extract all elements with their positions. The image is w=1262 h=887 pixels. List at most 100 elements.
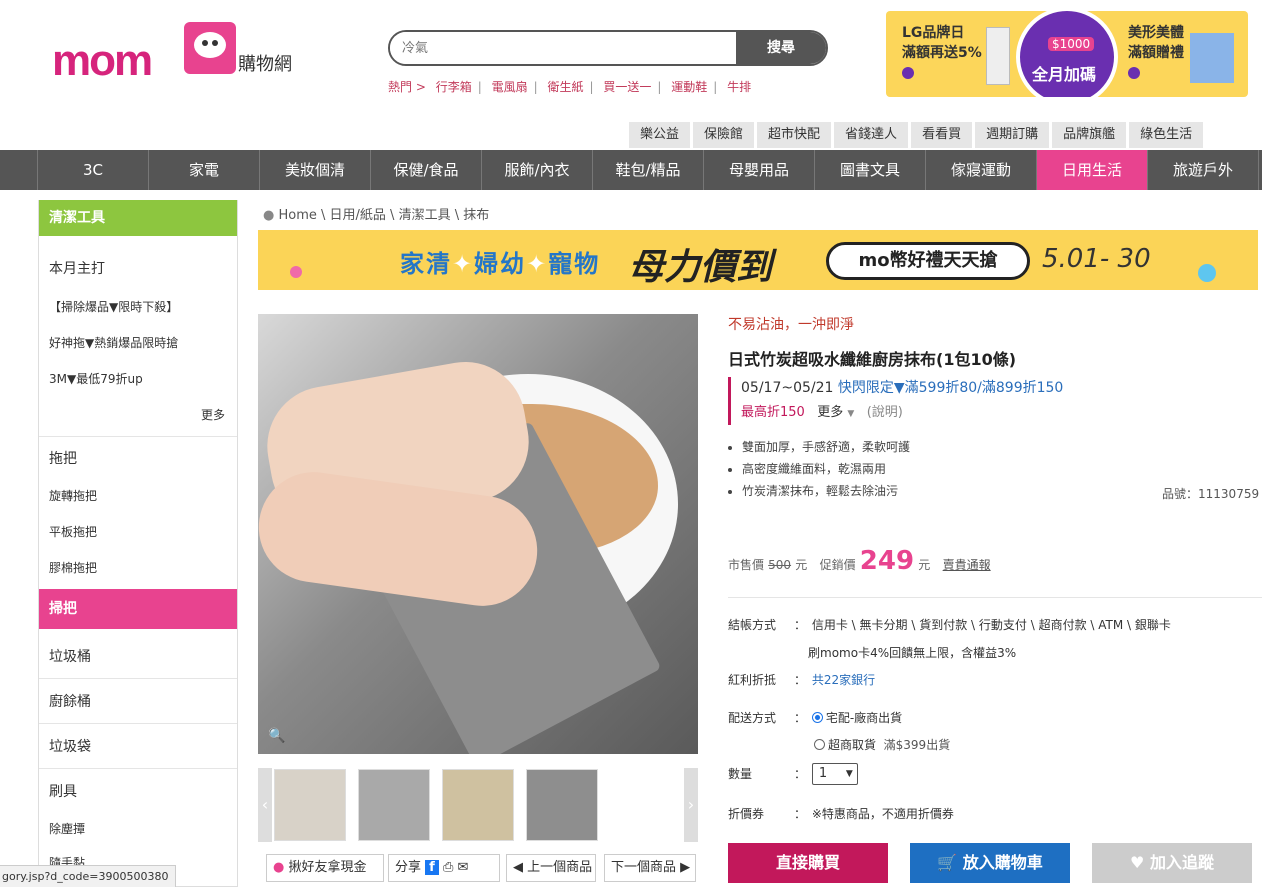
promo-dates: 05/17~05/21 bbox=[741, 380, 834, 396]
sidebar-monthly-item[interactable]: 3M▼最低79折up bbox=[49, 370, 143, 387]
subtab[interactable]: 週期訂購 bbox=[975, 122, 1050, 148]
category-sidebar: 清潔工具 本月主打 【掃除爆品▼限時下殺】 好神拖▼熱銷爆品限時搶 3M▼最低7… bbox=[38, 200, 238, 887]
print-icon[interactable]: ⎙ bbox=[443, 860, 453, 875]
radio-home-delivery[interactable] bbox=[811, 712, 823, 723]
nav-item[interactable]: 圖書文具 bbox=[815, 150, 926, 190]
payment-method: 超商付款 bbox=[1038, 618, 1087, 632]
chevron-down-icon[interactable]: ▼ bbox=[847, 409, 854, 419]
nav-item[interactable]: 服飾/內衣 bbox=[482, 150, 593, 190]
promo-right-line2: 滿額贈禮 bbox=[1128, 45, 1184, 61]
zoom-icon[interactable]: 🔍 bbox=[268, 728, 285, 744]
delivery-home[interactable]: 宅配-廠商出貨 bbox=[826, 711, 902, 725]
product-main-image[interactable]: 🔍 bbox=[258, 314, 698, 754]
sidebar-monthly: 本月主打 bbox=[49, 261, 105, 277]
report-price-link[interactable]: 賣貴通報 bbox=[943, 558, 991, 572]
hot-keyword[interactable]: 牛排 bbox=[727, 80, 751, 94]
sub-tabs: 樂公益 保險館 超市快配 省錢達人 看看買 週期訂購 品牌旗艦 綠色生活 bbox=[626, 122, 1204, 148]
invite-friend-button[interactable]: ● 揪好友拿現金 bbox=[266, 854, 384, 882]
product-code: 品號：11130759 bbox=[1162, 485, 1259, 502]
nav-item[interactable]: 母嬰用品 bbox=[704, 150, 815, 190]
add-track-button[interactable]: ♥ 加入追蹤 bbox=[1092, 843, 1252, 883]
explain-link[interactable]: (說明) bbox=[867, 405, 903, 420]
sidebar-group[interactable]: 刷具 bbox=[49, 781, 77, 801]
location-pin-icon: ● bbox=[263, 208, 275, 223]
nav-item[interactable]: 鞋包/精品 bbox=[593, 150, 704, 190]
colon: ： bbox=[794, 711, 807, 725]
search-button[interactable]: 搜尋 bbox=[736, 32, 826, 64]
subtab[interactable]: 綠色生活 bbox=[1129, 122, 1204, 148]
header-promo-banner[interactable]: LG品牌日 滿額再送5% $1000 全月加碼 美形美體 滿額贈禮 bbox=[886, 11, 1248, 97]
sidebar-item[interactable]: 平板拖把 bbox=[49, 523, 97, 540]
hot-keyword[interactable]: 買一送一 bbox=[603, 80, 651, 94]
hot-keyword[interactable]: 電風扇 bbox=[492, 80, 528, 94]
breadcrumb-item[interactable]: 清潔工具 bbox=[399, 208, 451, 223]
thumbnail[interactable] bbox=[358, 769, 430, 841]
payment-label: 結帳方式 bbox=[728, 618, 777, 632]
sidebar-group[interactable]: 垃圾桶 bbox=[49, 646, 91, 666]
nav-item[interactable]: 家電 bbox=[149, 150, 260, 190]
buy-now-button[interactable]: 直接購買 bbox=[728, 843, 888, 883]
category-nav: 3C 家電 美妝個清 保健/食品 服飾/內衣 鞋包/精品 母嬰用品 圖書文具 傢… bbox=[0, 150, 1262, 190]
sidebar-item[interactable]: 除塵撢 bbox=[49, 820, 85, 837]
feature-item: 高密度纖維面料，乾濕兩用 bbox=[742, 458, 910, 480]
hot-keyword[interactable]: 運動鞋 bbox=[671, 80, 707, 94]
nav-item[interactable]: 保健/食品 bbox=[371, 150, 482, 190]
subtab[interactable]: 品牌旗艦 bbox=[1052, 122, 1127, 148]
sidebar-group[interactable]: 廚餘桶 bbox=[49, 691, 91, 711]
subtab[interactable]: 保險館 bbox=[693, 122, 755, 148]
breadcrumb-item[interactable]: Home bbox=[278, 208, 316, 223]
sidebar-title[interactable]: 清潔工具 bbox=[39, 200, 237, 236]
product-name: 日式竹炭超吸水纖維廚房抹布(1包10條) bbox=[728, 350, 1017, 369]
product-tagline: 不易沾油，一沖即淨 bbox=[728, 317, 854, 333]
hot-keyword[interactable]: 衛生紙 bbox=[547, 80, 583, 94]
currency: 元 bbox=[795, 558, 808, 572]
subtab[interactable]: 看看買 bbox=[911, 122, 973, 148]
sidebar-mop-heading[interactable]: 拖把 bbox=[49, 448, 77, 468]
chevron-left-icon[interactable]: ‹ bbox=[258, 768, 272, 842]
breadcrumb-item[interactable]: 抹布 bbox=[463, 208, 489, 223]
decor-dot bbox=[290, 266, 302, 278]
nav-item[interactable]: 旅遊戶外 bbox=[1148, 150, 1259, 190]
thumbnail[interactable] bbox=[442, 769, 514, 841]
subtab[interactable]: 超市快配 bbox=[757, 122, 832, 148]
cart-icon: 🛒 bbox=[937, 853, 958, 872]
nav-item[interactable]: 3C bbox=[38, 150, 149, 190]
bonus-link[interactable]: 共22家銀行 bbox=[812, 673, 875, 687]
thumbnail[interactable] bbox=[274, 769, 346, 841]
nav-spacer bbox=[0, 150, 38, 190]
mail-icon[interactable]: ✉ bbox=[458, 860, 469, 875]
qty-select[interactable]: 1 ▼ bbox=[811, 763, 858, 785]
site-logo[interactable]: mom 購物網 bbox=[52, 18, 312, 85]
chevron-right-icon[interactable]: › bbox=[684, 768, 698, 842]
nav-item[interactable]: 美妝個清 bbox=[260, 150, 371, 190]
sidebar-group[interactable]: 垃圾袋 bbox=[49, 736, 91, 756]
delivery-store[interactable]: 超商取貨 bbox=[828, 738, 876, 752]
event-banner[interactable]: 家清✦婦幼✦寵物 母力價到 mo幣好禮天天搶 5.01- 30 bbox=[258, 230, 1258, 290]
radio-store-pickup[interactable] bbox=[814, 739, 825, 750]
search-input[interactable] bbox=[390, 32, 738, 64]
facebook-icon[interactable]: f bbox=[425, 860, 439, 875]
sidebar-more-link[interactable]: 更多 bbox=[201, 406, 225, 423]
promo-badge-amount: $1000 bbox=[1048, 37, 1095, 51]
sidebar-item[interactable]: 旋轉拖把 bbox=[49, 487, 97, 504]
chevron-left-icon: ◀ bbox=[513, 860, 523, 875]
hot-keyword[interactable]: 行李箱 bbox=[436, 80, 472, 94]
more-dropdown[interactable]: 更多 bbox=[817, 405, 843, 420]
nav-item[interactable]: 傢寢運動 bbox=[926, 150, 1037, 190]
sidebar-monthly-item[interactable]: 【掃除爆品▼限時下殺】 bbox=[49, 298, 178, 315]
add-cart-button[interactable]: 🛒 放入購物車 bbox=[910, 843, 1070, 883]
subtab[interactable]: 省錢達人 bbox=[834, 122, 909, 148]
share-bar: ● 揪好友拿現金 分享 f ⎙ ✉ ◀ 上一個商品 下一個商品 ▶ bbox=[266, 854, 700, 882]
prev-product-button[interactable]: ◀ 上一個商品 bbox=[506, 854, 596, 882]
nav-item-active[interactable]: 日用生活 bbox=[1037, 150, 1148, 190]
sidebar-item-active[interactable]: 掃把 bbox=[39, 589, 237, 629]
promo-text[interactable]: 快閃限定▼滿599折80/滿899折150 bbox=[838, 380, 1063, 396]
subtab[interactable]: 樂公益 bbox=[629, 122, 691, 148]
sidebar-item[interactable]: 膠棉拖把 bbox=[49, 559, 97, 576]
breadcrumb-item[interactable]: 日用/紙品 bbox=[330, 208, 386, 223]
thumbnail[interactable] bbox=[526, 769, 598, 841]
next-product-button[interactable]: 下一個商品 ▶ bbox=[604, 854, 696, 882]
max-discount: 最高折150 bbox=[741, 405, 805, 420]
sidebar-monthly-item[interactable]: 好神拖▼熱銷爆品限時搶 bbox=[49, 334, 178, 351]
bonus-label: 紅利折抵 bbox=[728, 673, 777, 687]
